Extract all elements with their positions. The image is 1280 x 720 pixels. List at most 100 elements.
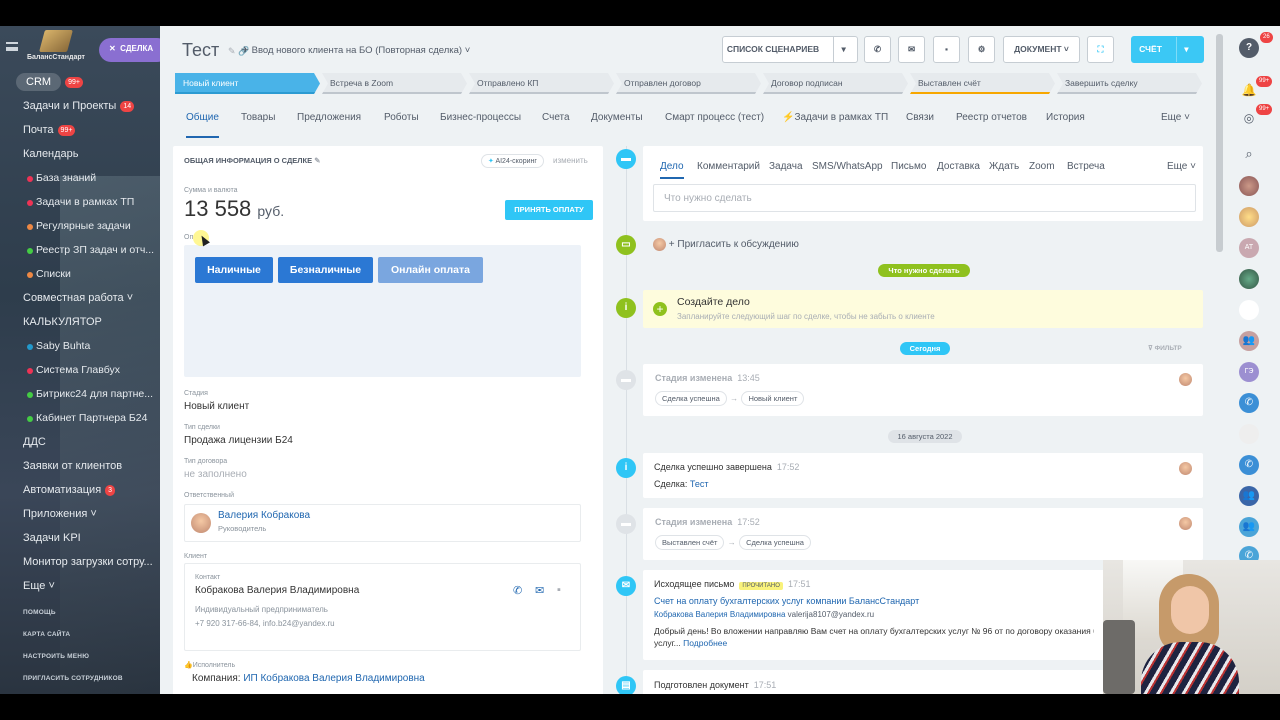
tab-links[interactable]: Связи <box>906 110 934 138</box>
sidebar-item-tp-tasks[interactable]: Задачи в рамках ТП <box>0 190 160 214</box>
online-payment-button[interactable]: Онлайн оплата <box>378 257 483 283</box>
tl-tab-comment[interactable]: Комментарий <box>697 161 760 172</box>
deal-slider-tab[interactable]: ✕ СДЕЛКА <box>99 38 160 62</box>
chat-icon[interactable]: ▪ <box>933 36 960 63</box>
tab-documents[interactable]: Документы <box>591 110 643 138</box>
scrollbar[interactable] <box>1216 34 1223 252</box>
filter-button[interactable]: ⊽ ФИЛЬТР <box>1148 344 1182 352</box>
group-avatar-1[interactable]: 👥 <box>1239 331 1259 351</box>
create-activity-card[interactable]: + Создайте дело Запланируйте следующий ш… <box>643 290 1203 328</box>
tab-invoices[interactable]: Счета <box>542 110 570 138</box>
invite-discussion[interactable]: + Пригласить к обсуждению <box>653 238 799 251</box>
sidebar-invite-link[interactable]: ПРИГЛАСИТЬ СОТРУДНИКОВ <box>0 668 160 690</box>
sidebar-item-saby[interactable]: Saby Buhta <box>0 334 160 358</box>
stage-kp-sent[interactable]: Отправлено КП <box>469 73 614 94</box>
sidebar-item-regular[interactable]: Регулярные задачи <box>0 214 160 238</box>
tab-history[interactable]: История <box>1046 110 1085 138</box>
phone-icon[interactable]: ✆ <box>1239 393 1259 413</box>
tab-general[interactable]: Общие <box>186 110 219 138</box>
tl-tab-sms[interactable]: SMS/WhatsApp <box>812 161 883 172</box>
deal-category-selector[interactable]: ✈ Ввод нового клиента на БО (Повторная с… <box>241 45 470 56</box>
tab-smart-process[interactable]: Смарт процесс (тест) <box>665 110 764 138</box>
cashless-button[interactable]: Безналичные <box>278 257 373 283</box>
app-avatar-2[interactable] <box>1239 424 1259 444</box>
stage-finish-deal[interactable]: Завершить сделку <box>1057 73 1202 94</box>
sidebar-item-registry[interactable]: Реестр ЗП задач и отч... <box>0 238 160 262</box>
group-avatar-3[interactable]: 👥 <box>1239 517 1259 537</box>
contact-chat-icon[interactable]: ▪ <box>557 584 561 596</box>
call-icon[interactable]: ✆ <box>864 36 891 63</box>
sidebar-item-crm[interactable]: CRM 99+ <box>0 70 160 94</box>
sidebar-item-requests[interactable]: Заявки от клиентов <box>0 454 160 478</box>
sidebar-item-automation[interactable]: Автоматизация 3 <box>0 478 160 502</box>
tab-reports[interactable]: Реестр отчетов <box>956 110 1027 138</box>
sidebar-item-more[interactable]: Еще ˅ <box>0 574 160 598</box>
tl-tab-deal[interactable]: Дело <box>660 161 684 179</box>
sidebar-item-glavbukh[interactable]: Система Главбух <box>0 358 160 382</box>
sidebar-item-knowledge[interactable]: База знаний <box>0 166 160 190</box>
fullscreen-icon[interactable]: ⛶ <box>1087 36 1114 63</box>
deal-link[interactable]: Тест <box>690 479 709 489</box>
more-link[interactable]: Подробнее <box>683 638 727 648</box>
help-icon[interactable]: ? <box>1239 38 1259 58</box>
scenarios-button[interactable]: СПИСОК СЦЕНАРИЕВ ▾ <box>722 36 858 63</box>
tl-tab-wait[interactable]: Ждать <box>989 161 1019 172</box>
sidebar-item-partner-cabinet[interactable]: Кабинет Партнера Б24 <box>0 406 160 430</box>
contact-name[interactable]: Кобракова Валерия Владимировна <box>195 585 359 596</box>
user-avatar-ge[interactable]: ГЭ <box>1239 362 1259 382</box>
menu-icon[interactable] <box>6 42 18 51</box>
tab-more[interactable]: Еще ˅ <box>1161 110 1190 138</box>
invoice-button[interactable]: СЧЁТ ▾ <box>1131 36 1204 63</box>
stage-contract-sent[interactable]: Отправлен договор <box>616 73 761 94</box>
contact-mail-icon[interactable]: ✉ <box>535 584 544 597</box>
app-avatar-bird[interactable] <box>1239 300 1259 320</box>
sidebar-item-lists[interactable]: Списки <box>0 262 160 286</box>
sidebar-help-link[interactable]: ПОМОЩЬ <box>0 602 160 624</box>
tl-tab-zoom[interactable]: Zoom <box>1029 161 1055 172</box>
company-link[interactable]: ИП Кобракова Валерия Владимировна <box>243 673 424 684</box>
tl-tab-more[interactable]: Еще ˅ <box>1167 161 1196 172</box>
email-subject[interactable]: Счет на оплату бухгалтерских услуг компа… <box>654 596 919 606</box>
cash-button[interactable]: Наличные <box>195 257 273 283</box>
sidebar-item-bitrix-partners[interactable]: Битрикс24 для партне... <box>0 382 160 406</box>
user-avatar-at[interactable]: АТ <box>1239 238 1259 258</box>
sidebar-item-kpi[interactable]: Задачи KPI <box>0 526 160 550</box>
sidebar-item-apps[interactable]: Приложения ˅ <box>0 502 160 526</box>
ai-scoring-badge[interactable]: ✦ AI24-скоринг <box>481 154 544 168</box>
sidebar-item-calendar[interactable]: Календарь <box>0 142 160 166</box>
phone-icon-2[interactable]: ✆ <box>1239 455 1259 475</box>
sidebar-configure-menu-link[interactable]: НАСТРОИТЬ МЕНЮ <box>0 646 160 668</box>
tab-robots[interactable]: Роботы <box>384 110 419 138</box>
tab-offers[interactable]: Предложения <box>297 110 361 138</box>
sidebar-item-calculator[interactable]: КАЛЬКУЛЯТОР <box>0 310 160 334</box>
stage-contract-signed[interactable]: Договор подписан <box>763 73 908 94</box>
user-avatar-1[interactable] <box>1239 176 1259 196</box>
responsible-name[interactable]: Валерия Кобракова <box>218 510 310 521</box>
stage-invoice-issued[interactable]: Выставлен счёт <box>910 73 1055 94</box>
tab-products[interactable]: Товары <box>241 110 275 138</box>
tl-tab-meeting[interactable]: Встреча <box>1067 161 1105 172</box>
sidebar-item-monitor[interactable]: Монитор загрузки сотру... <box>0 550 160 574</box>
edit-link[interactable]: изменить <box>553 156 588 165</box>
tab-business-processes[interactable]: Бизнес-процессы <box>440 110 521 138</box>
sidebar-item-collab[interactable]: Совместная работа ˅ <box>0 286 160 310</box>
mail-icon[interactable]: ✉ <box>898 36 925 63</box>
contact-call-icon[interactable]: ✆ <box>513 584 522 597</box>
stage-new-client[interactable]: Новый клиент <box>175 73 320 94</box>
accept-payment-button[interactable]: ПРИНЯТЬ ОПЛАТУ <box>505 200 593 220</box>
sidebar-sitemap-link[interactable]: КАРТА САЙТА <box>0 624 160 646</box>
user-avatar-2[interactable] <box>1239 207 1259 227</box>
activity-input[interactable]: Что нужно сделать <box>653 184 1196 212</box>
tl-tab-letter[interactable]: Письмо <box>891 161 926 172</box>
user-avatar-3[interactable] <box>1239 269 1259 289</box>
group-avatar-2[interactable]: 👥 <box>1239 486 1259 506</box>
search-icon[interactable]: ⌕ <box>1239 144 1259 164</box>
stage-zoom-meeting[interactable]: Встреча в Zoom <box>322 73 467 94</box>
gear-icon[interactable]: ⚙ <box>968 36 995 63</box>
plus-icon[interactable]: + <box>653 302 667 316</box>
sidebar-item-mail[interactable]: Почта 99+ <box>0 118 160 142</box>
document-button[interactable]: ДОКУМЕНТ ˅ <box>1003 36 1080 63</box>
tl-tab-task[interactable]: Задача <box>769 161 803 172</box>
tab-tp-tasks[interactable]: ⚡Задачи в рамках ТП <box>782 110 888 138</box>
tl-tab-delivery[interactable]: Доставка <box>937 161 980 172</box>
